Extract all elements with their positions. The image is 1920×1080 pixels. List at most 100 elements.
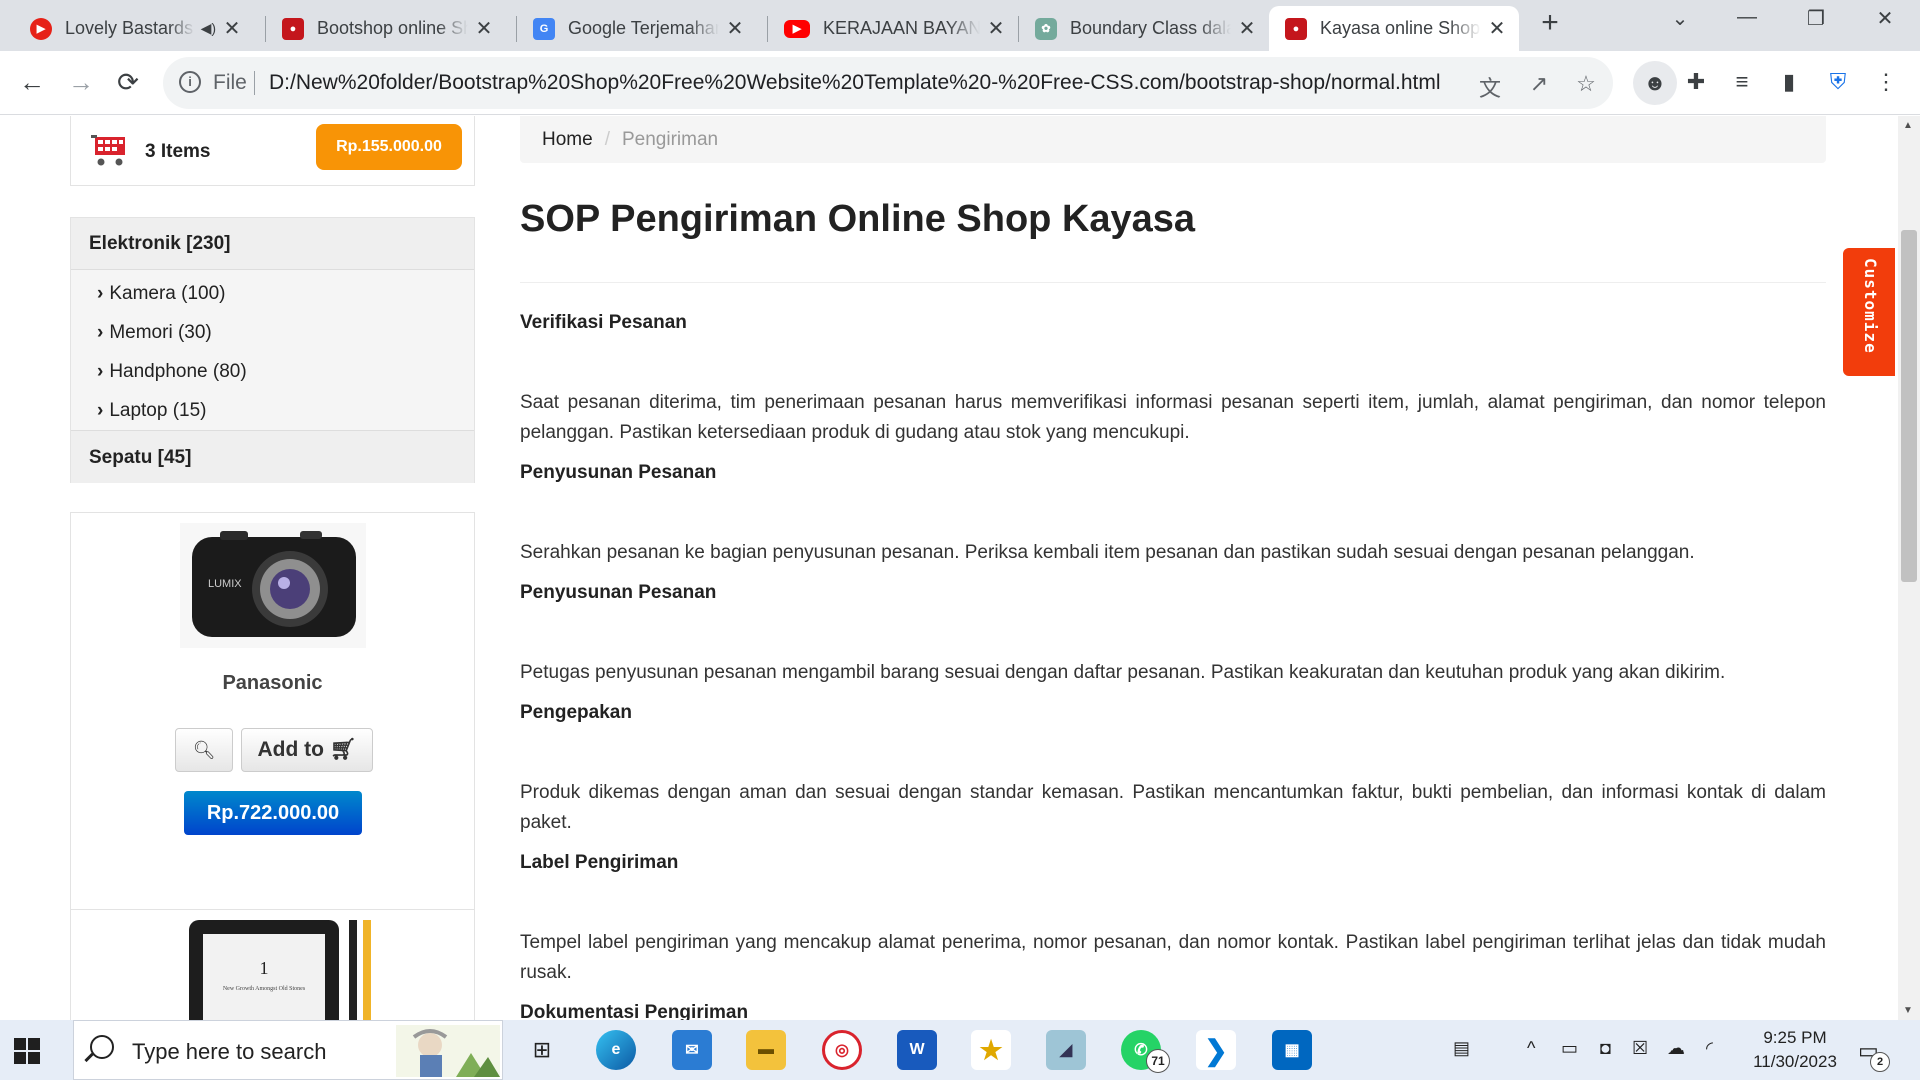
breadcrumb: Home / Pengiriman <box>520 116 1826 163</box>
subcategory-kamera[interactable]: › Kamera (100) <box>71 274 474 313</box>
product-ebook-image[interactable]: 1 New Growth Amongst Old Stones <box>179 916 379 1020</box>
menu-kebab-icon[interactable]: ⋮ <box>1872 69 1900 97</box>
title-divider <box>520 282 1826 283</box>
section-body: Tempel label pengiriman yang mencakup al… <box>520 932 1826 983</box>
media-control-icon[interactable]: ≡ <box>1728 69 1756 97</box>
close-tab-icon[interactable]: ✕ <box>725 16 745 41</box>
cart-total-button[interactable]: Rp.155.000.00 <box>316 124 462 170</box>
add-to-cart-button[interactable]: Add to 🛒︎ <box>241 728 373 772</box>
product-price-button[interactable]: Rp.722.000.00 <box>184 791 362 835</box>
book-number: 1 <box>260 958 269 978</box>
bookmark-star-icon[interactable]: ☆ <box>1572 71 1600 97</box>
address-bar[interactable]: i File D:/New%20folder/Bootstrap%20Shop%… <box>163 57 1613 109</box>
speaker-icon[interactable]: ◀) <box>201 20 216 37</box>
new-tab-button[interactable]: + <box>1535 8 1565 39</box>
task-view-icon[interactable]: ⊞ <box>522 1030 562 1070</box>
url-text[interactable]: D:/New%20folder/Bootstrap%20Shop%20Free%… <box>269 71 1441 95</box>
battery-icon[interactable]: ▭ <box>1561 1038 1578 1059</box>
close-tab-icon[interactable]: ✕ <box>1237 16 1257 41</box>
share-icon[interactable]: ↗ <box>1525 71 1553 97</box>
breadcrumb-home-link[interactable]: Home <box>542 129 593 150</box>
extensions-puzzle-icon[interactable]: ✚ <box>1682 69 1710 97</box>
notes-app-icon[interactable]: ◢ <box>1046 1030 1086 1070</box>
close-tab-icon[interactable]: ✕ <box>222 16 242 41</box>
tab-kayasa-active[interactable]: ● Kayasa online Shopping ✕ <box>1269 6 1519 51</box>
page-viewport: 3 Items Rp.155.000.00 Elektronik [230] ›… <box>0 116 1898 1020</box>
quick-view-button[interactable]: 🔍︎ <box>175 728 233 772</box>
wifi-icon[interactable]: ◜ <box>1706 1038 1713 1059</box>
star-app-icon[interactable]: ★ <box>971 1030 1011 1070</box>
close-tab-icon[interactable]: ✕ <box>474 16 494 41</box>
tab-title: Boundary Class dalam UML <box>1070 18 1231 38</box>
taskbar-search[interactable]: Type here to search <box>73 1020 503 1080</box>
chevron-right-icon: › <box>97 361 104 382</box>
section-body: Saat pesanan diterima, tim penerimaan pe… <box>520 392 1826 443</box>
extension-ghost-icon[interactable]: ☻ <box>1633 61 1677 105</box>
tab-search-chevron-icon[interactable]: ⌄ <box>1660 6 1700 31</box>
youtube-icon: ▶ <box>784 19 810 38</box>
cart-icon: 🛒︎ <box>329 738 357 761</box>
section-body: Petugas penyusunan pesanan mengambil bar… <box>520 662 1726 683</box>
news-widget-icon[interactable]: ▤ <box>1453 1038 1470 1059</box>
back-button[interactable]: ← <box>14 65 50 101</box>
close-tab-icon[interactable]: ✕ <box>986 16 1006 41</box>
onedrive-cloud-icon[interactable]: ☁ <box>1667 1038 1685 1059</box>
close-window-button[interactable]: ✕ <box>1865 6 1905 31</box>
tab-lovely-bastards[interactable]: ▶ Lovely Bastards ◀) ✕ <box>14 6 254 51</box>
side-panel-icon[interactable]: ▮ <box>1775 69 1803 97</box>
close-tab-icon[interactable]: ✕ <box>1487 16 1507 41</box>
tab-bootshop[interactable]: ● Bootshop online Shopping cart ✕ <box>266 6 506 51</box>
page-scrollbar[interactable]: ▲ ▼ <box>1898 116 1920 1020</box>
section-body: Serahkan pesanan ke bagian penyusunan pe… <box>520 542 1695 563</box>
vscode-icon[interactable]: ❯ <box>1196 1030 1236 1070</box>
restore-button[interactable]: ❐ <box>1796 6 1836 31</box>
subcategory-label: Handphone (80) <box>109 361 247 382</box>
edge-browser-icon[interactable]: e <box>596 1030 636 1070</box>
file-explorer-icon[interactable]: ▬ <box>746 1030 786 1070</box>
category-sepatu[interactable]: Sepatu [45] <box>71 430 474 483</box>
tab-title: KERAJAAN BAYANGAN <box>823 18 980 38</box>
product-camera-image[interactable]: LUMIX <box>180 523 366 648</box>
subcategory-label: Kamera (100) <box>109 283 226 304</box>
tab-youtube[interactable]: ▶ KERAJAAN BAYANGAN ✕ <box>768 6 1018 51</box>
microsoft-store-icon[interactable]: ▦ <box>1272 1030 1312 1070</box>
site-favicon-icon: ● <box>1285 17 1307 40</box>
zoom-in-icon: 🔍︎ <box>192 740 216 760</box>
scroll-up-arrow-icon[interactable]: ▲ <box>1903 120 1913 131</box>
reload-button[interactable]: ⟳ <box>110 65 146 101</box>
forward-button[interactable]: → <box>63 65 99 101</box>
shield-icon[interactable]: ⛨ <box>1824 69 1852 97</box>
tab-title: Bootshop online Shopping cart <box>317 18 468 38</box>
product-name: Panasonic <box>222 672 323 694</box>
tab-google-translate[interactable]: G Google Terjemahan ✕ <box>517 6 757 51</box>
subcategory-memori[interactable]: › Memori (30) <box>71 313 474 352</box>
subcategory-label: Laptop (15) <box>109 400 207 421</box>
chrome-profile-icon[interactable]: ◎ <box>822 1030 862 1070</box>
system-clock[interactable]: 9:25 PM 11/30/2023 <box>1740 1026 1850 1074</box>
category-menu: Elektronik [230] › Kamera (100) › Memori (… <box>70 217 475 483</box>
network-status-icon[interactable]: ☒ <box>1632 1038 1648 1059</box>
tab-chatgpt[interactable]: ✿ Boundary Class dalam UML ✕ <box>1019 6 1269 51</box>
word-icon[interactable]: W <box>897 1030 937 1070</box>
minimize-button[interactable]: — <box>1727 6 1767 29</box>
section-heading: Pengepakan <box>520 702 632 723</box>
subcategory-handphone[interactable]: › Handphone (80) <box>71 352 474 391</box>
section-body: Produk dikemas dengan aman dan sesuai de… <box>520 782 1826 833</box>
category-elektronik[interactable]: Elektronik [230] <box>71 218 474 270</box>
meet-now-icon[interactable]: ◘ <box>1600 1038 1611 1059</box>
show-hidden-icons-chevron-icon[interactable]: ^ <box>1527 1038 1535 1059</box>
search-highlight-illustration <box>396 1025 500 1077</box>
add-to-cart-label: Add to <box>257 738 324 761</box>
cart-item-count[interactable]: 3 Items <box>145 141 210 163</box>
customize-button[interactable]: Customize <box>1843 248 1895 376</box>
shopping-cart-icon[interactable] <box>89 133 129 167</box>
mail-icon[interactable]: ✉ <box>672 1030 712 1070</box>
subcategory-laptop[interactable]: › Laptop (15) <box>71 391 474 430</box>
windows-start-icon[interactable] <box>14 1038 40 1064</box>
tab-title: Google Terjemahan <box>568 18 719 38</box>
clock-time: 9:25 PM <box>1763 1028 1827 1047</box>
info-icon[interactable]: i <box>179 71 201 93</box>
translate-icon[interactable]: 文 <box>1476 71 1504 103</box>
scrollbar-thumb[interactable] <box>1901 230 1917 582</box>
scroll-down-arrow-icon[interactable]: ▼ <box>1903 1005 1913 1016</box>
